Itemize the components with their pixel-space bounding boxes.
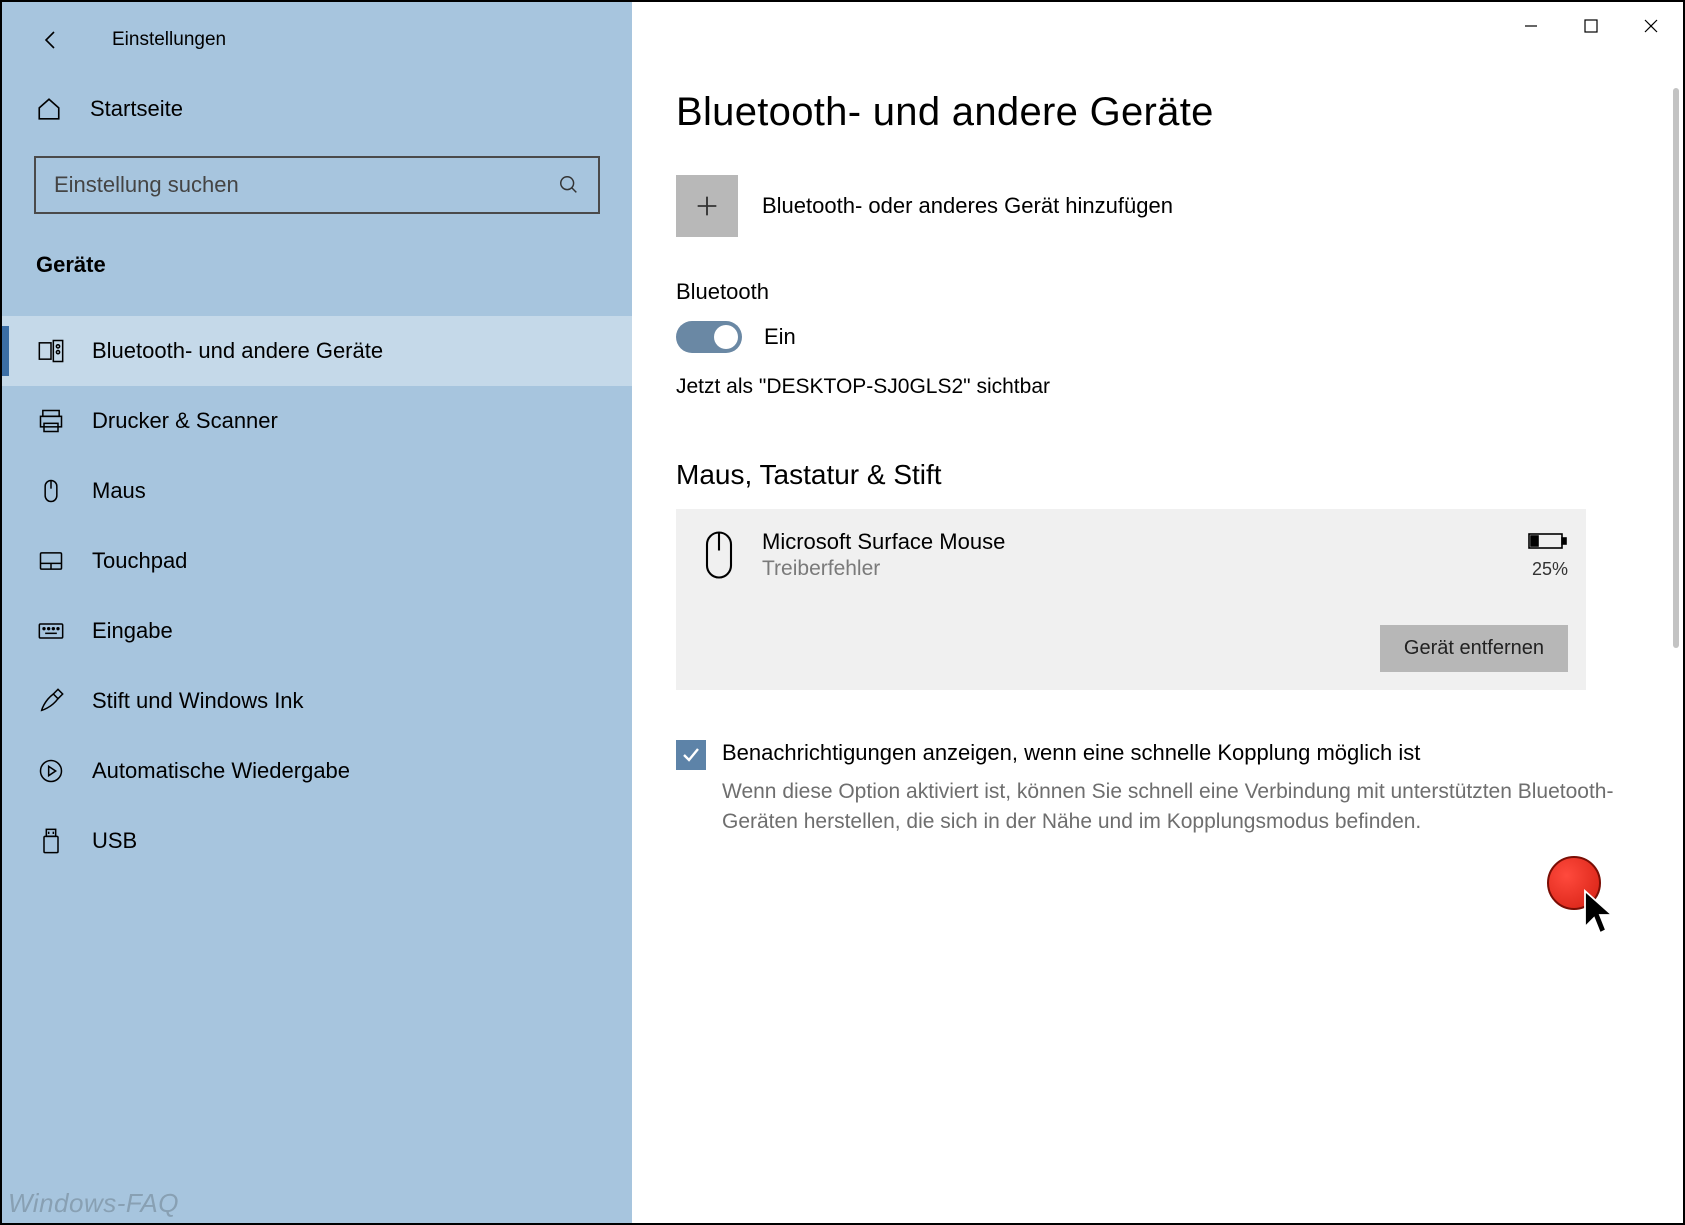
touchpad-icon (36, 546, 66, 576)
sidebar-item-printers[interactable]: Drucker & Scanner (2, 386, 632, 456)
bluetooth-toggle[interactable] (676, 321, 742, 353)
add-device-label: Bluetooth- oder anderes Gerät hinzufügen (762, 193, 1173, 219)
sidebar-item-label: Bluetooth- und andere Geräte (92, 338, 383, 364)
device-status: Treiberfehler (762, 557, 1528, 581)
search-box[interactable] (34, 156, 600, 214)
maximize-icon (1583, 18, 1599, 34)
quick-pair-title: Benachrichtigungen anzeigen, wenn eine s… (722, 738, 1629, 769)
sidebar: Einstellungen Startseite Geräte Bluetoot… (2, 2, 632, 1223)
device-group-title: Maus, Tastatur & Stift (676, 459, 1629, 491)
home-label: Startseite (90, 96, 183, 122)
battery-icon (1528, 530, 1568, 552)
sidebar-item-label: USB (92, 828, 137, 854)
quick-pair-option: Benachrichtigungen anzeigen, wenn eine s… (676, 738, 1629, 838)
sidebar-header: Einstellungen (2, 2, 632, 78)
quick-pair-checkbox[interactable] (676, 740, 706, 770)
sidebar-item-label: Eingabe (92, 618, 173, 644)
watermark: Windows-FAQ (8, 1188, 179, 1219)
app-title: Einstellungen (112, 29, 226, 51)
battery-percent: 25% (1528, 559, 1568, 580)
cursor-icon (1580, 888, 1620, 941)
remove-device-button[interactable]: Gerät entfernen (1380, 625, 1568, 672)
search-icon (558, 174, 580, 196)
mouse-icon (694, 525, 744, 585)
sidebar-item-touchpad[interactable]: Touchpad (2, 526, 632, 596)
home-icon (36, 96, 62, 122)
sidebar-item-label: Automatische Wiedergabe (92, 758, 350, 784)
sidebar-item-label: Drucker & Scanner (92, 408, 278, 434)
plus-icon (676, 175, 738, 237)
pen-icon (36, 686, 66, 716)
maximize-button[interactable] (1561, 6, 1621, 46)
sidebar-item-pen[interactable]: Stift und Windows Ink (2, 666, 632, 736)
toggle-state-label: Ein (764, 324, 796, 350)
check-icon (681, 745, 701, 765)
sidebar-item-usb[interactable]: USB (2, 806, 632, 876)
scrollbar[interactable] (1673, 88, 1679, 648)
autoplay-icon (36, 756, 66, 786)
sidebar-item-label: Maus (92, 478, 146, 504)
quick-pair-description: Wenn diese Option aktiviert ist, können … (722, 777, 1629, 838)
add-device-button[interactable]: Bluetooth- oder anderes Gerät hinzufügen (676, 175, 1629, 237)
device-name: Microsoft Surface Mouse (762, 529, 1528, 555)
sidebar-item-label: Stift und Windows Ink (92, 688, 304, 714)
sidebar-item-mouse[interactable]: Maus (2, 456, 632, 526)
nav-list: Bluetooth- und andere Geräte Drucker & S… (2, 316, 632, 876)
sidebar-item-label: Touchpad (92, 548, 187, 574)
home-button[interactable]: Startseite (2, 78, 632, 140)
minimize-button[interactable] (1501, 6, 1561, 46)
search-input[interactable] (54, 172, 558, 198)
content: Bluetooth- und andere Geräte Bluetooth- … (632, 50, 1683, 838)
battery-indicator: 25% (1528, 530, 1568, 580)
arrow-left-icon (40, 28, 64, 52)
sidebar-item-typing[interactable]: Eingabe (2, 596, 632, 666)
category-label: Geräte (2, 238, 632, 292)
printer-icon (36, 406, 66, 436)
main-panel: Bluetooth- und andere Geräte Bluetooth- … (632, 2, 1683, 1223)
keyboard-icon (36, 616, 66, 646)
bluetooth-section-label: Bluetooth (676, 279, 1629, 305)
back-button[interactable] (32, 20, 72, 60)
close-icon (1643, 18, 1659, 34)
mouse-icon (36, 476, 66, 506)
minimize-icon (1523, 18, 1539, 34)
page-title: Bluetooth- und andere Geräte (676, 90, 1629, 135)
device-card[interactable]: Microsoft Surface Mouse Treiberfehler 25… (676, 509, 1586, 690)
usb-icon (36, 826, 66, 856)
discoverable-text: Jetzt als "DESKTOP-SJ0GLS2" sichtbar (676, 375, 1629, 399)
titlebar (632, 2, 1683, 50)
search-container (34, 156, 600, 214)
sidebar-item-autoplay[interactable]: Automatische Wiedergabe (2, 736, 632, 806)
close-button[interactable] (1621, 6, 1681, 46)
sidebar-item-bluetooth[interactable]: Bluetooth- und andere Geräte (2, 316, 632, 386)
devices-icon (36, 336, 66, 366)
toggle-knob (714, 325, 738, 349)
